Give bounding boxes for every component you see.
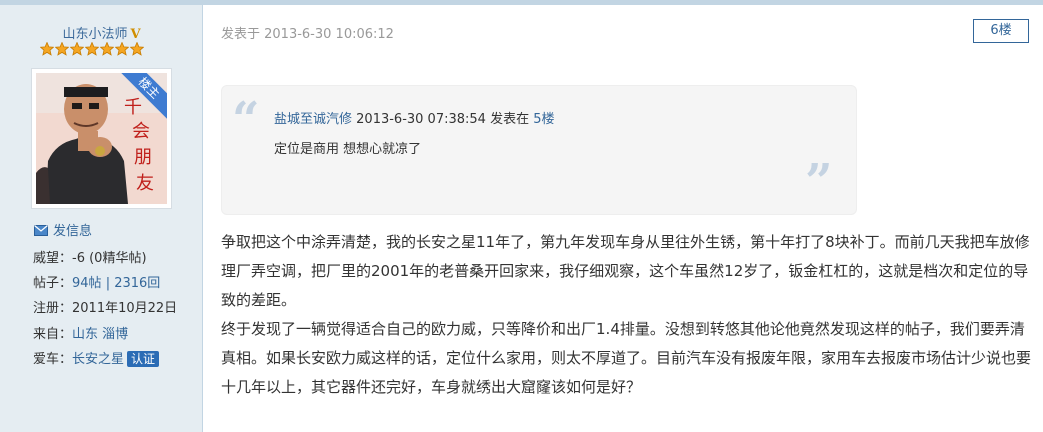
floor-button[interactable]: 6楼	[973, 19, 1029, 43]
stat-value: -6 (0精华帖)	[72, 251, 147, 266]
post-paragraph: 争取把这个中涂弄清楚，我的长安之星11年了，第九年发现车身从里往外生锈，第十年打…	[221, 233, 1030, 309]
author-sidebar: 山东小法师 V 千 会 朋 友 楼主 发信息 威望：-6 (0精华帖) 帖子：9…	[0, 5, 203, 432]
rank-stars	[40, 42, 145, 60]
quote-open-icon: “	[232, 92, 260, 148]
svg-text:友: 友	[136, 173, 154, 194]
star-icon	[70, 42, 84, 56]
post-time: 发表于 2013-6-30 10:06:12	[221, 27, 394, 42]
stat-label: 爱车：	[33, 352, 73, 367]
quote-floor-link[interactable]: 5楼	[533, 112, 554, 127]
stat-posts: 帖子：94帖 | 2316回	[33, 272, 160, 291]
stat-label: 帖子：	[33, 276, 73, 291]
star-icon	[85, 42, 99, 56]
stat-value-link[interactable]: 94帖 | 2316回	[72, 276, 160, 291]
author-name-row: 山东小法师 V	[0, 23, 203, 42]
quote-time: 2013-6-30 07:38:54 发表在	[352, 112, 534, 127]
post-paragraph: 终于发现了一辆觉得适合自己的欧力威，只等降价和出厂1.4排量。没想到转悠其他论他…	[221, 320, 1032, 396]
envelope-icon	[34, 225, 48, 236]
svg-text:朋: 朋	[134, 147, 152, 168]
send-message-link[interactable]: 发信息	[34, 220, 92, 239]
stat-label: 注册：	[33, 301, 73, 316]
stat-registered: 注册：2011年10月22日	[33, 297, 177, 316]
quote-text: 定位是商用 想想心就凉了	[274, 142, 422, 157]
star-icon	[40, 42, 54, 56]
quote-header: 盐城至诚汽修 2013-6-30 07:38:54 发表在 5楼	[274, 108, 555, 127]
stat-reputation: 威望：-6 (0精华帖)	[33, 247, 147, 266]
stat-label: 来自：	[33, 327, 73, 342]
svg-text:千: 千	[124, 97, 142, 118]
author-name[interactable]: 山东小法师	[62, 27, 127, 42]
star-icon	[130, 42, 144, 56]
verified-badge[interactable]: 认证	[127, 351, 160, 367]
stat-value-link[interactable]: 山东 淄博	[72, 327, 128, 342]
star-icon	[100, 42, 114, 56]
stat-value-link[interactable]: 长安之星	[72, 352, 124, 367]
vip-icon: V	[130, 27, 141, 42]
stat-location: 来自：山东 淄博	[33, 323, 128, 342]
quote-author-link[interactable]: 盐城至诚汽修	[274, 112, 352, 127]
stat-value: 2011年10月22日	[72, 301, 178, 316]
avatar-frame[interactable]: 千 会 朋 友 楼主	[31, 68, 172, 209]
svg-text:会: 会	[132, 121, 150, 142]
stat-label: 威望：	[33, 251, 73, 266]
quote-block: “ 盐城至诚汽修 2013-6-30 07:38:54 发表在 5楼 定位是商用…	[221, 85, 857, 215]
stat-car: 爱车：长安之星 认证	[33, 348, 160, 367]
post-area: 发表于 2013-6-30 10:06:12 6楼 “ 盐城至诚汽修 2013-…	[203, 5, 1043, 432]
quote-close-icon: ”	[805, 154, 833, 210]
star-icon	[55, 42, 69, 56]
post-content: 争取把这个中涂弄清楚，我的长安之星11年了，第九年发现车身从里往外生锈，第十年打…	[221, 228, 1033, 402]
star-icon	[115, 42, 129, 56]
send-message-label: 发信息	[53, 224, 93, 239]
avatar[interactable]: 千 会 朋 友 楼主	[36, 73, 167, 204]
